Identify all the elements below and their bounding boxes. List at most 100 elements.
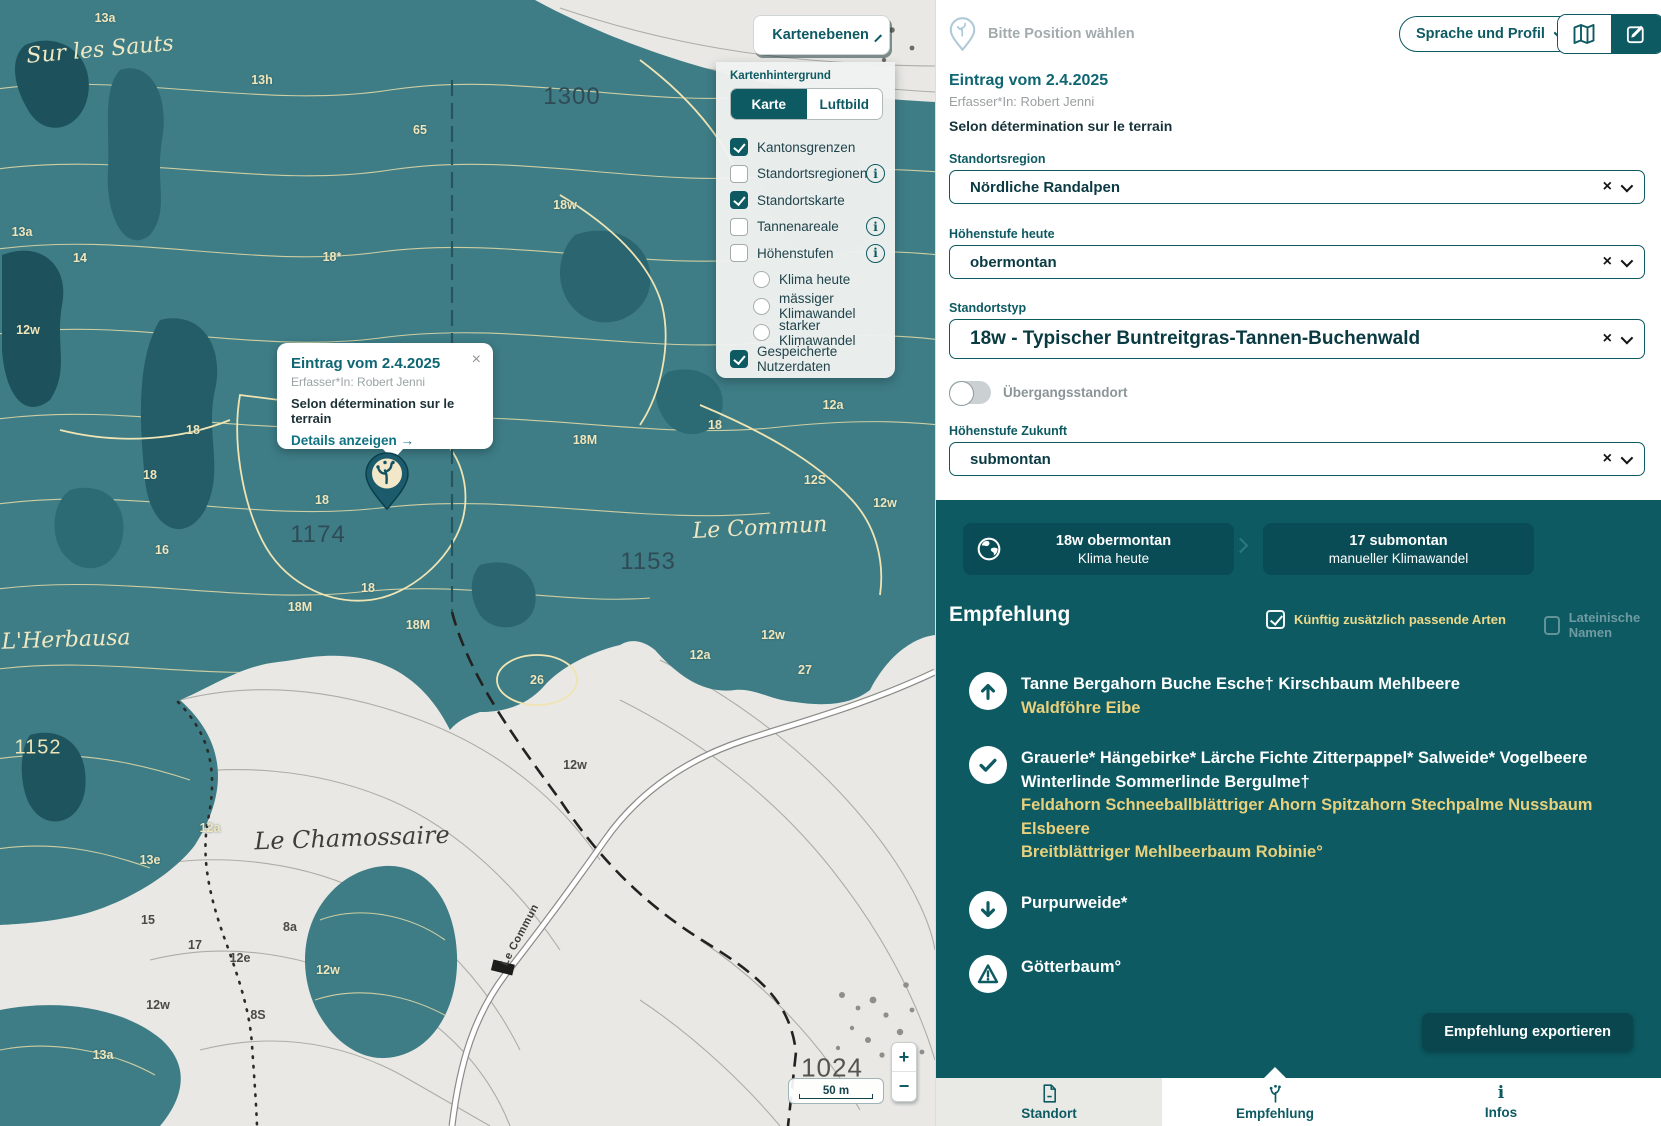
tree-pin-icon bbox=[365, 452, 409, 510]
entry-title: Eintrag vom 2.4.2025 bbox=[949, 72, 1172, 90]
edit-form-icon bbox=[1625, 23, 1648, 46]
species-line: Winterlinde Sommerlinde Bergulme† bbox=[1021, 771, 1631, 795]
site-type-label: Standortstyp bbox=[949, 301, 1026, 315]
chevron-down-icon[interactable] bbox=[1621, 179, 1634, 192]
radio-klima-heute[interactable]: Klima heute bbox=[730, 267, 883, 294]
layer-tannenareale[interactable]: Tannenareale i bbox=[730, 214, 883, 241]
zoom-in-button[interactable]: + bbox=[892, 1043, 916, 1072]
checkbox-unchecked-icon[interactable] bbox=[730, 244, 748, 262]
view-mode-toggle bbox=[1557, 14, 1661, 54]
warn-circle-icon bbox=[969, 955, 1007, 993]
species-lines: Götterbaum° bbox=[1021, 955, 1121, 993]
map-marker-pin[interactable] bbox=[365, 452, 409, 510]
info-icon[interactable]: i bbox=[866, 217, 885, 236]
radio-label: starker Klimawandel bbox=[779, 318, 883, 348]
nav-tab-infos[interactable]: i Infos bbox=[1388, 1078, 1614, 1126]
clear-icon[interactable]: × bbox=[1594, 253, 1621, 271]
info-icon[interactable]: i bbox=[866, 164, 885, 183]
document-icon bbox=[1039, 1083, 1060, 1104]
radio-icon[interactable] bbox=[753, 298, 770, 315]
altitude-future-label: Höhenstufe Zukunft bbox=[949, 424, 1067, 438]
species-line: Grauerle* Hängebirke* Lärche Fichte Zitt… bbox=[1021, 747, 1631, 771]
chevron-right-icon bbox=[1233, 538, 1249, 554]
edit-view-button[interactable] bbox=[1611, 15, 1661, 53]
transition-toggle-row: Übergangsstandort bbox=[949, 381, 1128, 404]
species-row: Purpurweide* bbox=[969, 891, 1631, 929]
map-view-button[interactable] bbox=[1558, 15, 1611, 53]
layer-standortsregionen[interactable]: Standortsregionen i bbox=[730, 161, 883, 188]
zoom-out-button[interactable]: − bbox=[892, 1072, 916, 1101]
nav-tab-standort[interactable]: Standort bbox=[936, 1078, 1162, 1126]
species-row: Tanne Bergahorn Buche Esche† Kirschbaum … bbox=[969, 672, 1631, 720]
species-line: Feldahorn Schneeballblättriger Ahorn Spi… bbox=[1021, 794, 1631, 841]
chevron-down-icon[interactable] bbox=[1621, 254, 1634, 267]
altitude-future-value: submontan bbox=[970, 451, 1594, 468]
climate-current-line1: 18w obermontan bbox=[993, 533, 1234, 549]
altitude-future-field[interactable]: submontan × bbox=[949, 442, 1645, 476]
chevron-down-icon[interactable] bbox=[1621, 451, 1634, 464]
recommendation-title: Empfehlung bbox=[949, 603, 1070, 627]
layer-standortskarte[interactable]: Standortskarte bbox=[730, 187, 883, 214]
species-lines: Purpurweide* bbox=[1021, 891, 1127, 929]
layer-gespeicherte-nutzerdaten[interactable]: Gespeicherte Nutzerdaten bbox=[730, 346, 883, 373]
map-icon bbox=[1572, 22, 1596, 46]
radio-icon[interactable] bbox=[753, 271, 770, 288]
filter-label: Künftig zusätzlich passende Arten bbox=[1294, 612, 1506, 627]
layer-kantonsgrenzen[interactable]: Kantonsgrenzen bbox=[730, 134, 883, 161]
popup-close-icon[interactable]: × bbox=[472, 352, 481, 368]
background-toggle: Karte Luftbild bbox=[730, 88, 883, 120]
checkbox-unchecked-icon[interactable] bbox=[730, 218, 748, 236]
radio-starker-klimawandel[interactable]: starker Klimawandel bbox=[730, 320, 883, 347]
map-entry-popup: Eintrag vom 2.4.2025 Erfasser*In: Robert… bbox=[277, 343, 493, 449]
altitude-today-field[interactable]: obermontan × bbox=[949, 245, 1645, 279]
checkbox-checked-icon[interactable] bbox=[730, 350, 748, 368]
checkbox-unchecked-icon[interactable] bbox=[1544, 616, 1560, 635]
transition-toggle-switch[interactable] bbox=[949, 381, 991, 404]
species-line: Breitblättriger Mehlbeerbaum Robinie° bbox=[1021, 841, 1631, 865]
latin-names-filter[interactable]: Lateinische Namen bbox=[1544, 610, 1661, 640]
bg-option-luftbild[interactable]: Luftbild bbox=[807, 89, 883, 119]
checkbox-checked-icon[interactable] bbox=[730, 138, 748, 156]
species-lines: Grauerle* Hängebirke* Lärche Fichte Zitt… bbox=[1021, 746, 1631, 865]
treeapp-window: 13aSur les Sauts13h13006518w13a1418*12w1… bbox=[0, 0, 1661, 1126]
layer-hoehenstufen[interactable]: Höhenstufen i bbox=[730, 240, 883, 267]
entry-summary: Eintrag vom 2.4.2025 Erfasser*In: Robert… bbox=[949, 72, 1172, 134]
species-lines: Tanne Bergahorn Buche Esche† Kirschbaum … bbox=[1021, 672, 1460, 720]
future-species-filter[interactable]: Künftig zusätzlich passende Arten bbox=[1266, 610, 1506, 629]
clear-icon[interactable]: × bbox=[1594, 330, 1621, 348]
popup-details-link[interactable]: Details anzeigen → bbox=[291, 433, 479, 448]
climate-future-line1: 17 submontan bbox=[1263, 533, 1534, 549]
nav-tab-label: Infos bbox=[1485, 1105, 1517, 1120]
bg-option-karte[interactable]: Karte bbox=[731, 89, 807, 119]
checkbox-checked-icon[interactable] bbox=[730, 191, 748, 209]
layer-label: Kantonsgrenzen bbox=[757, 140, 855, 155]
chevron-down-icon[interactable] bbox=[1621, 331, 1634, 344]
language-profile-button[interactable]: Sprache und Profil bbox=[1399, 16, 1580, 52]
profile-button-label: Sprache und Profil bbox=[1416, 26, 1545, 42]
site-type-field[interactable]: 18w - Typischer Buntreitgras-Tannen-Buch… bbox=[949, 319, 1645, 359]
popup-author: Erfasser*In: Robert Jenni bbox=[291, 375, 479, 389]
nav-tab-empfehlung[interactable]: Empfehlung bbox=[1162, 1078, 1388, 1126]
check-circle-icon bbox=[969, 746, 1007, 784]
position-hint: Bitte Position wählen bbox=[988, 26, 1135, 42]
map-canvas[interactable]: 13aSur les Sauts13h13006518w13a1418*12w1… bbox=[0, 0, 935, 1126]
checkbox-unchecked-icon[interactable] bbox=[730, 165, 748, 183]
radio-maessiger-klimawandel[interactable]: mässiger Klimawandel bbox=[730, 293, 883, 320]
arrow-down-icon bbox=[977, 899, 999, 921]
clear-icon[interactable]: × bbox=[1594, 450, 1621, 468]
layer-label: Standortsregionen bbox=[757, 166, 867, 181]
checkbox-checked-icon[interactable] bbox=[1266, 610, 1285, 629]
info-icon[interactable]: i bbox=[866, 244, 885, 263]
region-label: Standortsregion bbox=[949, 152, 1046, 166]
altitude-today-label: Höhenstufe heute bbox=[949, 227, 1055, 241]
region-field[interactable]: Nördliche Randalpen × bbox=[949, 170, 1645, 204]
export-recommendation-button[interactable]: Empfehlung exportieren bbox=[1422, 1013, 1633, 1051]
map-layers-button[interactable]: Kartenebenen bbox=[753, 15, 890, 55]
species-row: Grauerle* Hängebirke* Lärche Fichte Zitt… bbox=[969, 746, 1631, 865]
filter-label: Lateinische Namen bbox=[1569, 610, 1661, 640]
clear-icon[interactable]: × bbox=[1594, 178, 1621, 196]
panel-header: Bitte Position wählen Sprache und Profil bbox=[949, 14, 1645, 54]
species-line: Waldföhre Eibe bbox=[1021, 697, 1460, 721]
radio-icon[interactable] bbox=[753, 324, 770, 341]
layer-label: Standortskarte bbox=[757, 193, 845, 208]
